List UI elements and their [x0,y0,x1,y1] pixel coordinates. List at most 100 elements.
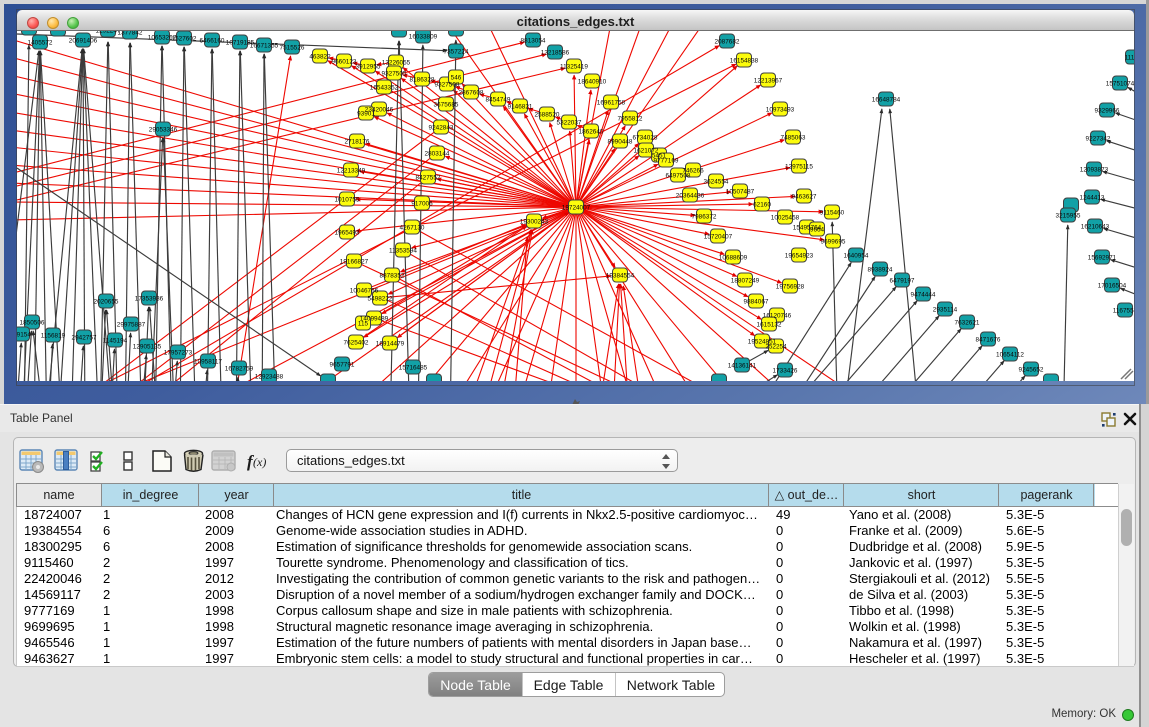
svg-text:2803144: 2803144 [425,150,450,157]
svg-text:9657791: 9657791 [330,361,355,368]
svg-text:1156819: 1156819 [41,332,66,339]
svg-text:16671355: 16671355 [250,42,279,49]
svg-text:9664: 9664 [810,226,825,233]
svg-text:10507487: 10507487 [726,188,755,195]
svg-text:17957273: 17957273 [164,349,193,356]
svg-text:1640954: 1640954 [844,252,869,259]
svg-text:9474444: 9474444 [911,291,936,298]
svg-text:1244413: 1244413 [1080,194,1105,201]
svg-text:1405572: 1405572 [28,39,53,46]
svg-text:12923488: 12923488 [255,373,284,380]
svg-text:29053346: 29053346 [149,126,178,133]
svg-text:8813054: 8813054 [521,37,546,44]
svg-text:16648784: 16648784 [872,96,901,103]
svg-text:16782759: 16782759 [225,365,254,372]
svg-text:16210643: 16210643 [1081,223,1110,230]
svg-text:3215955: 3215955 [1056,212,1081,219]
svg-text:13226055: 13226055 [382,59,411,66]
svg-text:12975115: 12975115 [785,163,813,170]
svg-text:18724007: 18724007 [562,204,591,211]
svg-text:252254: 252254 [765,343,787,350]
svg-text:7986372: 7986372 [692,213,717,220]
svg-text:11172: 11172 [1125,54,1134,61]
svg-text:546: 546 [451,74,462,81]
svg-text:7357224: 7357224 [444,48,469,55]
svg-text:9327508: 9327508 [435,81,460,88]
svg-text:6734028: 6734028 [633,134,658,141]
svg-text:17016504: 17016504 [1098,282,1127,289]
svg-text:9146821: 9146821 [508,103,533,110]
svg-text:12905135: 12905135 [133,343,162,350]
svg-text:10688609: 10688609 [719,254,748,261]
svg-text:9329966: 9329966 [1095,107,1120,114]
svg-text:8471676: 8471676 [976,336,1001,343]
svg-text:93901: 93901 [357,110,375,117]
svg-text:4267130: 4267130 [400,224,425,231]
svg-text:7485063: 7485063 [781,134,806,141]
svg-text:8454749: 8454749 [486,96,511,103]
svg-text:1527602: 1527602 [172,35,197,42]
svg-text:917006: 917006 [411,200,433,207]
svg-text:19756928: 19756928 [776,283,805,290]
svg-text:16914479: 16914479 [376,340,405,347]
svg-text:14136141: 14136141 [728,362,757,369]
svg-text:2588520: 2588520 [535,111,560,118]
svg-text:7515526: 7515526 [280,44,305,51]
svg-text:15720407: 15720407 [704,233,733,240]
svg-text:115: 115 [358,320,369,327]
svg-text:15692971: 15692971 [1088,254,1117,261]
svg-text:12093873: 12093873 [1080,166,1109,173]
svg-text:8878352: 8878352 [380,272,405,279]
svg-text:(x): (x) [253,455,266,469]
svg-text:1733426: 1733426 [773,367,798,374]
svg-text:9884067: 9884067 [744,298,769,305]
svg-text:2020655: 2020655 [94,298,119,305]
svg-text:10973493: 10973493 [766,106,795,113]
svg-text:20691406: 20691406 [69,37,98,44]
svg-text:12213967: 12213967 [754,77,783,84]
svg-text:6479197: 6479197 [890,277,915,284]
svg-text:16033809: 16033809 [409,33,438,40]
svg-text:10025458: 10025458 [771,214,800,221]
svg-text:7625402: 7625402 [344,339,369,346]
svg-text:16961758: 16961758 [597,99,626,106]
svg-text:10958117: 10958117 [194,358,222,365]
svg-text:16543352: 16543352 [370,84,399,91]
svg-text:11325419: 11325419 [560,63,588,70]
svg-text:16120746: 16120746 [763,312,792,319]
svg-text:8186328: 8186328 [410,76,435,83]
svg-text:1167553: 1167553 [1113,307,1134,314]
svg-text:18807249: 18807249 [731,277,760,284]
svg-text:9777169: 9777169 [654,157,679,164]
svg-text:1965493: 1965493 [335,229,360,236]
svg-text:5322037: 5322037 [557,119,582,126]
svg-text:62160: 62160 [753,201,771,208]
svg-text:9463627: 9463627 [792,193,817,200]
svg-text:1615132: 1615132 [757,321,782,328]
svg-text:7955812: 7955812 [618,115,643,122]
svg-text:15716485: 15716485 [399,364,428,371]
svg-text:18640910: 18640910 [578,78,607,85]
svg-text:19300243: 19300243 [520,218,549,225]
svg-text:13218586: 13218586 [541,49,570,56]
svg-text:19384554: 19384554 [606,272,635,279]
svg-text:1377842: 1377842 [118,31,143,36]
svg-text:8938924: 8938924 [868,266,893,273]
svg-text:1010755: 1010755 [335,196,360,203]
svg-text:2087682: 2087682 [715,38,740,45]
svg-text:8427552: 8427552 [416,174,441,181]
svg-text:9227342: 9227342 [1086,135,1111,142]
svg-text:2867608: 2867608 [459,89,484,96]
svg-text:1145194: 1145194 [103,337,128,344]
svg-text:2935114: 2935114 [933,306,958,313]
svg-text:463822: 463822 [309,53,331,60]
svg-text:12213349: 12213349 [337,167,366,174]
svg-text:9242843: 9242843 [429,124,454,131]
svg-text:10654112: 10654112 [996,351,1024,358]
svg-text:29975887: 29975887 [117,321,146,328]
svg-text:3912955: 3912955 [356,63,381,70]
svg-text:11353594: 11353594 [389,247,417,254]
svg-text:9115460: 9115460 [820,209,845,216]
svg-text:16154838: 16154838 [730,57,759,64]
svg-text:9245652: 9245652 [1019,366,1044,373]
